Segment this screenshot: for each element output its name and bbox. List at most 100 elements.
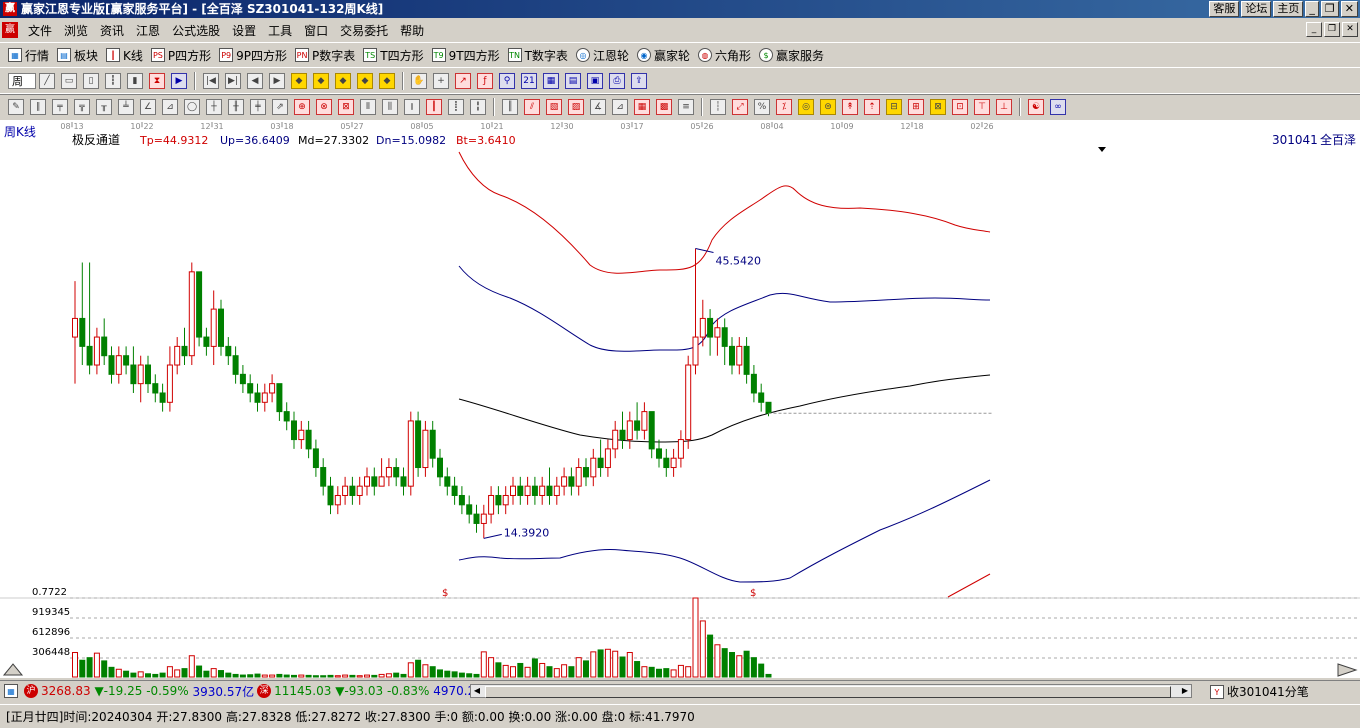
hand-icon[interactable]: ✋ [411,73,427,89]
wave4-icon[interactable]: ▨ [568,99,584,115]
table-icon[interactable]: ▤ [565,73,581,89]
hourglass-icon[interactable]: ⧗ [149,73,165,89]
menu-window[interactable]: 窗口 [298,22,334,39]
child-restore-icon[interactable]: ❐ [1324,22,1340,37]
wave2-icon[interactable]: ⫽ [524,99,540,115]
toolbar-quotes-button[interactable]: ▦ 行情 [8,47,49,64]
flag-icon[interactable]: ▶ [171,73,187,89]
lines-icon[interactable]: ≡ [678,99,694,115]
trend-icon[interactable]: ↗ [455,73,471,89]
chart-pane[interactable]: 08-13 10-22 12-31 03-18 05-27 08-05 10-21 12-30… [0,120,1360,678]
cursor-icon[interactable]: ▮ [127,73,143,89]
menu-settings[interactable]: 设置 [226,22,262,39]
speed-icon[interactable]: ↟ [842,99,858,115]
cycle3-icon[interactable]: ⫾ [404,99,420,115]
note-icon[interactable]: ▭ [61,73,77,89]
draw-line-icon[interactable]: ╱ [39,73,55,89]
period-select[interactable]: 周 [8,73,36,89]
level4-icon[interactable]: ⊡ [952,99,968,115]
close-icon[interactable]: ✕ [1340,1,1358,17]
period3-icon[interactable]: ╏ [470,99,486,115]
toolbar-t-square-button[interactable]: TS T四方形 [363,47,424,64]
toolbar-kline-button[interactable]: ┃ K线 [106,47,143,64]
level6-icon[interactable]: ⊥ [996,99,1012,115]
sh-index-badge[interactable]: 沪 [24,684,38,698]
calculator-icon[interactable]: ▦ [543,73,559,89]
toolbar-gann-wheel-button[interactable]: ◎ 江恩轮 [575,47,629,64]
menu-file[interactable]: 文件 [22,22,58,39]
percent2-icon[interactable]: ⁒ [776,99,792,115]
scroll-thumb[interactable] [485,686,1171,698]
calendar-icon[interactable]: 21 [521,73,537,89]
coin2-icon[interactable]: ⊜ [820,99,836,115]
fib-icon[interactable]: ┆ [710,99,726,115]
formula-icon[interactable]: ƒ [477,73,493,89]
move-up-icon[interactable]: ◆ [335,73,351,89]
arrow-icon[interactable]: ⇗ [272,99,288,115]
toolbar-service-button[interactable]: $ 赢家服务 [758,47,824,64]
circle-icon[interactable]: ◯ [184,99,200,115]
menu-browse[interactable]: 浏览 [58,22,94,39]
cycle-icon[interactable]: ⦀ [360,99,376,115]
bars2-icon[interactable]: ╫ [228,99,244,115]
restore-icon[interactable]: ❐ [1320,1,1339,17]
menu-tools[interactable]: 工具 [262,22,298,39]
forum-button[interactable]: 论坛 [1241,1,1272,17]
expand-right-icon[interactable] [1337,663,1358,677]
menu-help[interactable]: 帮助 [394,22,430,39]
level3-icon[interactable]: ⊠ [930,99,946,115]
fork-icon[interactable]: ╤ [52,99,68,115]
move-down-icon[interactable]: ◆ [357,73,373,89]
fib2-icon[interactable]: ⤢ [732,99,748,115]
wave-icon[interactable]: ║ [502,99,518,115]
scroll-right-icon[interactable]: ▶ [1179,685,1191,697]
fork2-icon[interactable]: ╦ [74,99,90,115]
doc-icon[interactable]: ▯ [83,73,99,89]
homepage-button[interactable]: 主页 [1273,1,1304,17]
first-page-icon[interactable]: |◀ [203,73,219,89]
pencil-icon[interactable]: ✎ [8,99,24,115]
percent-icon[interactable]: % [754,99,770,115]
level5-icon[interactable]: ⊤ [974,99,990,115]
parallel-lines-icon[interactable]: ∥ [30,99,46,115]
menu-news[interactable]: 资讯 [94,22,130,39]
customer-service-button[interactable]: 客服 [1209,1,1240,17]
toolbar-9p-square-button[interactable]: P9 9P四方形 [219,47,287,64]
toolbar-t-number-button[interactable]: TN T数字表 [507,47,568,64]
level2-icon[interactable]: ⊞ [908,99,924,115]
toolbar-winner-wheel-button[interactable]: ◉ 赢家轮 [636,47,690,64]
minimize-icon[interactable]: _ [1305,1,1319,17]
toolbar-sector-button[interactable]: ▤ 板块 [57,47,98,64]
gann-fan-icon[interactable]: ⊕ [294,99,310,115]
menu-logo-icon[interactable]: 赢 [2,22,18,38]
menu-trade[interactable]: 交易委托 [334,22,394,39]
kline-chart[interactable]: 08-13 10-22 12-31 03-18 05-27 08-05 10-21 12-30… [0,120,1360,678]
wave3-icon[interactable]: ▧ [546,99,562,115]
chart-scrollbar[interactable]: ◀ ▶ [470,684,1192,698]
channel-icon[interactable]: ∡ [590,99,606,115]
infinity-icon[interactable]: ∞ [1050,99,1066,115]
grid-draw2-icon[interactable]: ▩ [656,99,672,115]
expand-up-icon[interactable] [2,663,24,676]
zoom-out-icon[interactable]: ◆ [313,73,329,89]
fork4-icon[interactable]: ╧ [118,99,134,115]
child-minimize-icon[interactable]: _ [1306,22,1322,37]
bars-icon[interactable]: ┼ [206,99,222,115]
save-icon[interactable]: ▣ [587,73,603,89]
sz-index-badge[interactable]: 深 [257,684,272,698]
prev-icon[interactable]: ◀ [247,73,263,89]
gann-grid-icon[interactable]: ⊠ [338,99,354,115]
angle-icon[interactable]: ∠ [140,99,156,115]
export-icon[interactable]: ⇪ [631,73,647,89]
zoom-in-icon[interactable]: ◆ [291,73,307,89]
expand-icon[interactable]: ◆ [379,73,395,89]
grid-draw-icon[interactable]: ▦ [634,99,650,115]
channel2-icon[interactable]: ⊿ [612,99,628,115]
print-icon[interactable]: ⎙ [609,73,625,89]
quotes-grid-icon[interactable]: ▦ [4,684,18,698]
ladder-icon[interactable]: ╪ [250,99,266,115]
toolbar-p-square-button[interactable]: PS P四方形 [150,47,211,64]
period2-icon[interactable]: ┋ [448,99,464,115]
speed2-icon[interactable]: ⇡ [864,99,880,115]
menu-gann[interactable]: 江恩 [130,22,166,39]
